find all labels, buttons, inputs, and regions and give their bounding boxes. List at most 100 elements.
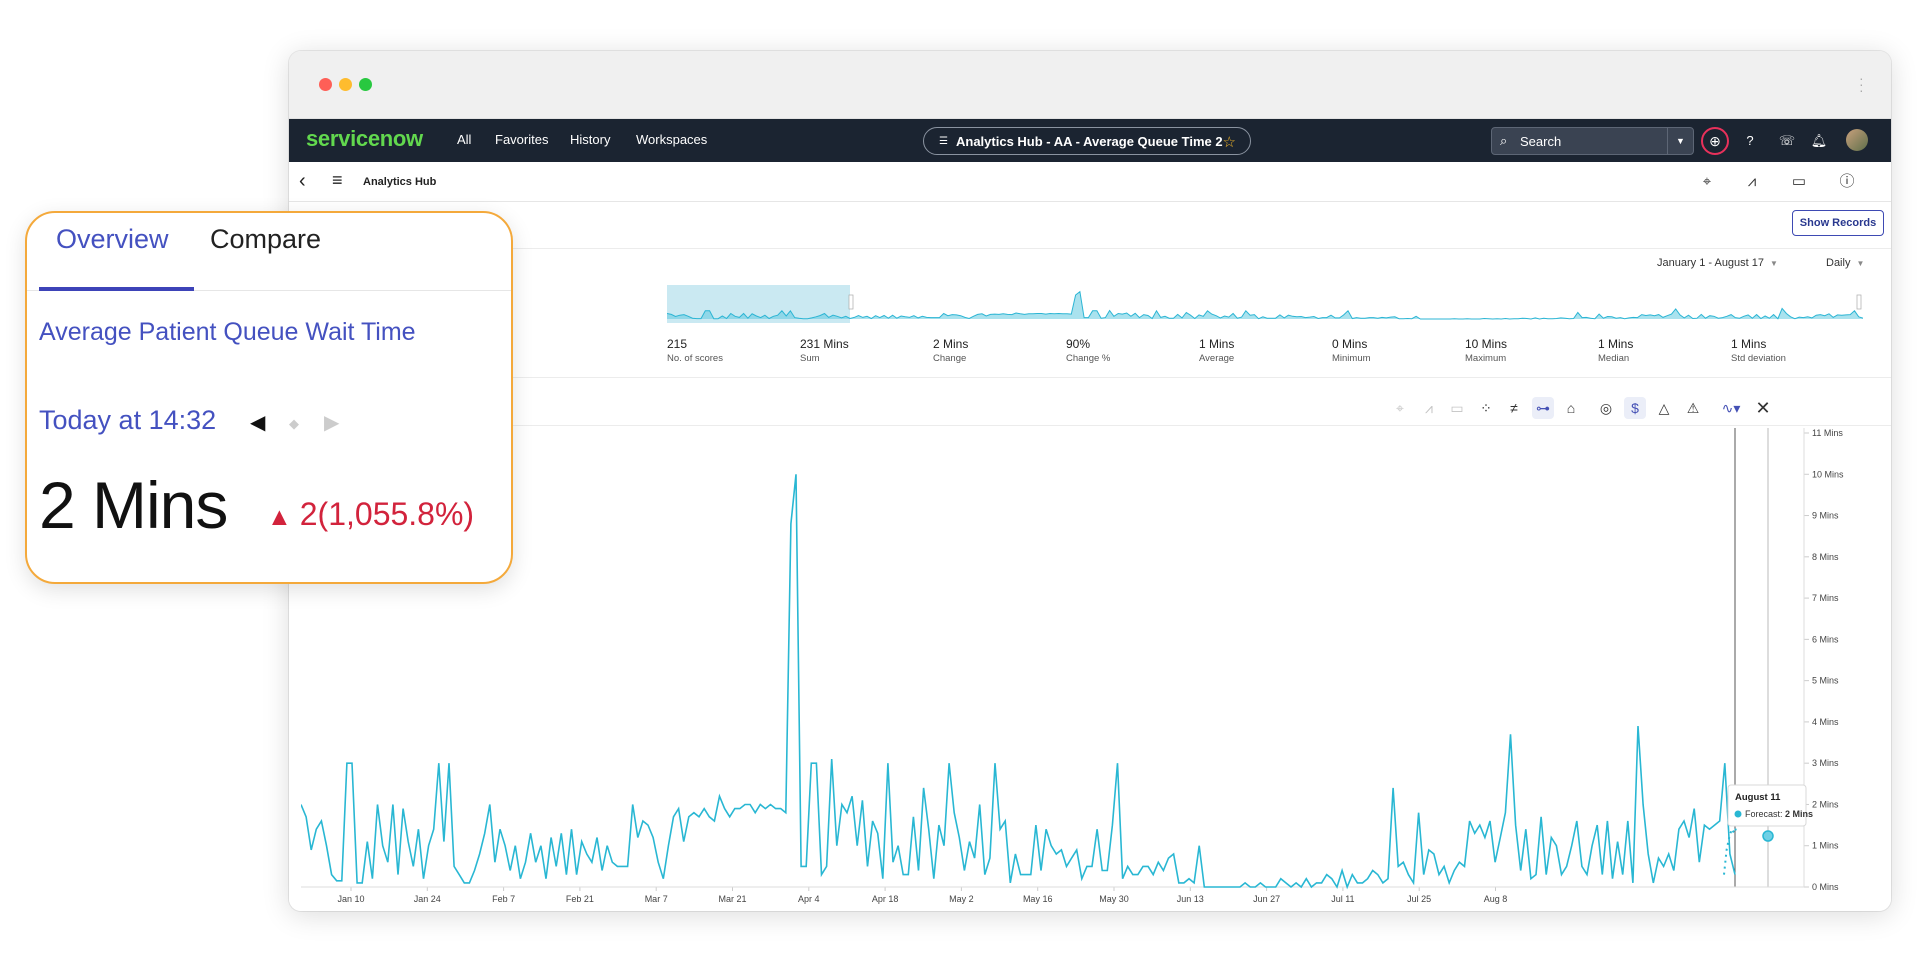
metric-title[interactable]: Average Patient Queue Wait Time — [39, 318, 416, 347]
search-placeholder: Search — [1520, 134, 1562, 149]
tooltip-date: August 11 — [1735, 792, 1781, 803]
close-icon[interactable]: ✕ — [1752, 397, 1774, 419]
y-tick-label: 0 Mins — [1812, 882, 1839, 892]
tab-overview[interactable]: Overview — [56, 224, 169, 255]
divider — [289, 425, 1891, 426]
user-avatar[interactable] — [1846, 129, 1868, 151]
stat-maximum: 10 Mins Maximum — [1465, 337, 1507, 364]
y-tick-label: 6 Mins — [1812, 634, 1839, 644]
nav-link-all[interactable]: All — [457, 132, 471, 147]
breakdown-icon[interactable]: ⊶ — [1532, 397, 1554, 419]
bell-icon[interactable]: 🔔︎ — [1809, 131, 1829, 151]
kpi-overlay-card: Overview Compare Average Patient Queue W… — [25, 211, 513, 584]
stat-label: Maximum — [1465, 353, 1507, 364]
x-tick-label: May 16 — [1023, 894, 1053, 904]
stat-sum: 231 Mins Sum — [800, 337, 849, 364]
current-value: 2 Mins — [39, 468, 228, 542]
frequency-select[interactable]: Daily ▼ — [1826, 257, 1864, 269]
stat-value: 90% — [1066, 337, 1091, 351]
x-tick-label: Jun 27 — [1253, 894, 1280, 904]
stat-value: 10 Mins — [1465, 337, 1508, 351]
y-tick-label: 3 Mins — [1812, 758, 1839, 768]
kebab-menu-icon[interactable]: · · · — [1859, 71, 1864, 97]
stat-label: Std deviation — [1731, 353, 1786, 364]
x-tick-label: May 30 — [1099, 894, 1129, 904]
scatter-icon[interactable]: ⁘ — [1475, 397, 1497, 419]
stat-change-percent: 90% Change % — [1066, 337, 1110, 364]
minimize-window-dot[interactable] — [339, 78, 352, 91]
forecast-icon[interactable]: ⩘ — [1418, 397, 1440, 419]
x-tick-label: May 2 — [949, 894, 974, 904]
tooltip-label: Forecast: — [1745, 809, 1783, 819]
stat-scores: 215 No. of scores — [667, 337, 723, 364]
close-window-dot[interactable] — [319, 78, 332, 91]
x-tick-label: Apr 4 — [798, 894, 820, 904]
y-tick-label: 8 Mins — [1812, 552, 1839, 562]
x-tick-label: Jan 24 — [414, 894, 441, 904]
y-tick-label: 5 Mins — [1812, 676, 1839, 686]
global-search[interactable]: ⌕ Search ▼ — [1491, 127, 1694, 155]
forecast-tooltip: August 11 Forecast: 2 Mins — [1727, 784, 1813, 827]
next-arrow-icon[interactable]: ▶ — [324, 410, 339, 435]
trend-lines-icon[interactable]: ≠ — [1503, 397, 1525, 419]
chart-type-icon[interactable]: ∿▾ — [1720, 397, 1742, 419]
svg-text:Forecast: 2 Mins: Forecast: 2 Mins — [1745, 809, 1813, 819]
nav-link-favorites[interactable]: Favorites — [495, 132, 548, 147]
alert-delta-icon[interactable]: ⚠︎ — [1682, 397, 1704, 419]
tag-icon[interactable]: ⌂ — [1560, 397, 1582, 419]
date-range-select[interactable]: January 1 - August 17 ▼ — [1657, 257, 1778, 269]
stat-std-deviation: 1 Mins Std deviation — [1731, 337, 1786, 364]
nav-link-workspaces[interactable]: Workspaces — [636, 132, 707, 147]
active-tab-indicator — [39, 287, 194, 291]
stat-label: Sum — [800, 353, 820, 364]
divider — [289, 377, 1891, 378]
nav-link-history[interactable]: History — [570, 132, 610, 147]
stat-value: 0 Mins — [1332, 337, 1368, 351]
actual-series-line — [301, 474, 1736, 890]
logo-text: servicenow — [306, 126, 423, 151]
y-tick-label: 2 Mins — [1812, 799, 1839, 809]
x-tick-label: Jan 10 — [337, 894, 364, 904]
y-tick-label: 10 Mins — [1812, 469, 1844, 479]
date-range-label: January 1 - August 17 — [1657, 257, 1765, 269]
overview-sparkline[interactable] — [667, 285, 1863, 323]
stat-value: 2 Mins — [933, 337, 969, 351]
page-title-text: Analytics Hub - AA - Average Queue Time … — [956, 134, 1223, 149]
stat-value: 215 — [667, 337, 688, 351]
dollar-icon[interactable]: $ — [1624, 397, 1646, 419]
delta-icon[interactable]: △ — [1653, 397, 1675, 419]
y-tick-label: 1 Mins — [1812, 841, 1839, 851]
maximize-window-dot[interactable] — [359, 78, 372, 91]
search-icon: ⌕ — [1500, 133, 1508, 148]
yoy-icon[interactable]: ◎ — [1595, 397, 1617, 419]
back-arrow-icon[interactable]: ‹ — [299, 170, 306, 193]
favorite-star-icon[interactable]: ☆ — [1223, 133, 1236, 151]
stat-average: 1 Mins Average — [1199, 337, 1234, 364]
help-icon[interactable]: ? — [1740, 131, 1760, 151]
chart-forecast-icon[interactable]: ⩘ — [1741, 171, 1763, 193]
x-tick-label: Jun 13 — [1177, 894, 1204, 904]
stat-label: Average — [1199, 353, 1235, 364]
info-icon[interactable]: ⓘ — [1836, 171, 1858, 193]
globe-icon[interactable]: ⊕ — [1701, 127, 1729, 155]
show-records-button[interactable]: Show Records — [1792, 210, 1884, 236]
x-tick-label: Jul 11 — [1331, 894, 1354, 904]
previous-arrow-icon[interactable]: ◀ — [250, 410, 265, 435]
stat-label: Change — [933, 353, 967, 364]
comment-icon[interactable]: ▭ — [1446, 397, 1468, 419]
list-icon: ☰ — [939, 136, 948, 147]
comment-icon[interactable]: ▭ — [1788, 171, 1810, 193]
tab-compare[interactable]: Compare — [210, 224, 321, 255]
servicenow-logo[interactable]: servicenow — [306, 126, 423, 152]
search-dropdown-icon[interactable]: ▼ — [1667, 128, 1693, 154]
phone-icon[interactable]: ☏ — [1777, 131, 1797, 151]
top-navigation: servicenow All Favorites History Workspa… — [289, 119, 1891, 162]
page-title-pill[interactable]: ☰ Analytics Hub - AA - Average Queue Tim… — [923, 127, 1251, 155]
queue-time-chart[interactable]: 0 Mins 1 Mins 2 Mins 3 Mins 4 Mins 5 Mins 6 Mi… — [301, 428, 1891, 908]
trend-up-icon: ▲ — [267, 503, 292, 531]
target-icon[interactable]: ⌖ — [1696, 171, 1718, 193]
browser-chrome: · · · — [289, 51, 1891, 119]
target-icon[interactable]: ⌖ — [1389, 397, 1411, 419]
hamburger-menu-icon[interactable]: ≡ — [332, 170, 343, 191]
chevron-down-icon: ▼ — [1770, 259, 1778, 268]
